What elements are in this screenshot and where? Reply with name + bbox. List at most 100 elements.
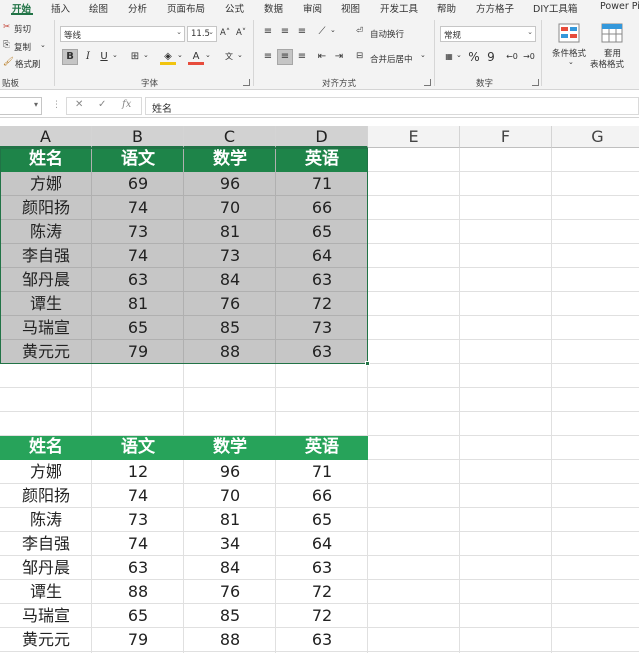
score-cell[interactable]: 63	[276, 340, 368, 364]
fill-color-icon[interactable]: ◈	[160, 49, 176, 65]
fill-handle[interactable]	[365, 361, 370, 366]
score-cell[interactable]: 12	[92, 460, 184, 484]
tab-developer[interactable]: 开发工具	[380, 1, 418, 15]
score-cell[interactable]: 65	[92, 316, 184, 340]
score-cell[interactable]: 74	[92, 484, 184, 508]
score-cell[interactable]: 66	[276, 196, 368, 220]
tab-page-layout[interactable]: 页面布局	[167, 1, 205, 15]
name-cell[interactable]: 马瑞宣	[0, 604, 92, 628]
header-cell[interactable]: 语文	[92, 148, 184, 171]
name-cell[interactable]: 李自强	[0, 532, 92, 556]
score-cell[interactable]: 71	[276, 460, 368, 484]
score-cell[interactable]: 79	[92, 628, 184, 652]
score-cell[interactable]: 88	[92, 580, 184, 604]
score-cell[interactable]: 72	[276, 604, 368, 628]
name-cell[interactable]: 颜阳扬	[0, 484, 92, 508]
header-cell[interactable]: 语文	[92, 436, 184, 459]
tab-review[interactable]: 审阅	[303, 1, 322, 15]
column-header-g[interactable]: G	[552, 126, 639, 148]
name-cell[interactable]: 谭生	[0, 292, 92, 316]
score-cell[interactable]: 73	[276, 316, 368, 340]
increase-decimal-icon[interactable]: ←0	[504, 49, 520, 65]
font-size-combo[interactable]: 11.5 ⌄	[187, 26, 217, 42]
borders-icon[interactable]: ⊞	[127, 49, 143, 65]
name-cell[interactable]: 颜阳扬	[0, 196, 92, 220]
score-cell[interactable]: 88	[184, 340, 276, 364]
conditional-format-icon[interactable]	[558, 23, 580, 43]
name-cell[interactable]: 方娜	[0, 460, 92, 484]
align-middle-icon[interactable]: ≡	[277, 24, 293, 40]
align-right-icon[interactable]: ≡	[294, 49, 310, 65]
score-cell[interactable]: 88	[184, 628, 276, 652]
score-cell[interactable]: 64	[276, 532, 368, 556]
chevron-down-icon[interactable]: ⌄	[568, 58, 574, 66]
header-cell[interactable]: 姓名	[0, 148, 92, 171]
score-cell[interactable]: 73	[92, 220, 184, 244]
score-cell[interactable]: 65	[92, 604, 184, 628]
score-cell[interactable]: 74	[92, 532, 184, 556]
name-box[interactable]: ▾	[0, 97, 42, 115]
score-cell[interactable]: 34	[184, 532, 276, 556]
score-cell[interactable]: 73	[92, 508, 184, 532]
percent-style-button[interactable]: %	[466, 49, 482, 65]
score-cell[interactable]: 76	[184, 580, 276, 604]
tab-analyze[interactable]: 分析	[128, 1, 147, 15]
name-cell[interactable]: 方娜	[0, 172, 92, 196]
format-painter-button[interactable]: 格式刷	[15, 58, 41, 70]
number-format-combo[interactable]: 常规 ⌄	[440, 26, 536, 42]
score-cell[interactable]: 72	[276, 580, 368, 604]
score-cell[interactable]: 63	[276, 628, 368, 652]
name-cell[interactable]: 马瑞宣	[0, 316, 92, 340]
drag-handle-icon[interactable]: ⋮	[52, 100, 61, 110]
align-top-icon[interactable]: ≡	[260, 24, 276, 40]
worksheet-grid[interactable]: ABCDEFG 姓名 语文 数学 英语 方娜 69 96 71 颜阳扬 74 70 66 陈涛 73 81 6…	[0, 126, 639, 653]
confirm-icon[interactable]: ✓	[98, 99, 106, 110]
tab-fangfang[interactable]: 方方格子	[476, 1, 514, 15]
score-cell[interactable]: 69	[92, 172, 184, 196]
copy-button[interactable]: 复制	[14, 41, 31, 53]
score-cell[interactable]: 63	[276, 556, 368, 580]
score-cell[interactable]: 76	[184, 292, 276, 316]
cut-button[interactable]: 剪切	[14, 23, 31, 35]
column-header-f[interactable]: F	[460, 126, 552, 148]
name-cell[interactable]: 谭生	[0, 580, 92, 604]
score-cell[interactable]: 81	[184, 508, 276, 532]
tab-insert[interactable]: 插入	[51, 1, 70, 15]
score-cell[interactable]: 81	[92, 292, 184, 316]
name-cell[interactable]: 黄元元	[0, 340, 92, 364]
align-bottom-icon[interactable]: ≡	[294, 24, 310, 40]
score-cell[interactable]: 84	[184, 556, 276, 580]
increase-indent-icon[interactable]: ⇥	[331, 49, 347, 65]
score-cell[interactable]: 96	[184, 460, 276, 484]
name-cell[interactable]: 黄元元	[0, 628, 92, 652]
name-cell[interactable]: 李自强	[0, 244, 92, 268]
tab-diy-toolbox[interactable]: DIY工具箱	[533, 1, 577, 15]
column-header-e[interactable]: E	[368, 126, 460, 148]
score-cell[interactable]: 71	[276, 172, 368, 196]
table-format-icon[interactable]	[601, 23, 623, 43]
tab-draw[interactable]: 绘图	[89, 1, 108, 15]
chevron-down-icon[interactable]: ⌄	[330, 26, 336, 34]
accounting-format-icon[interactable]: ▦	[441, 49, 457, 65]
text-orientation-icon[interactable]: ⟋	[314, 24, 330, 40]
score-cell[interactable]: 72	[276, 292, 368, 316]
chevron-down-icon[interactable]: ⌄	[112, 51, 118, 59]
comma-style-button[interactable]: 9	[483, 49, 499, 65]
tab-power-pivot[interactable]: Power Pi	[600, 1, 639, 12]
chevron-down-icon[interactable]: ⌄	[40, 41, 46, 49]
column-header-d[interactable]: D	[276, 126, 368, 148]
wrap-text-button[interactable]: 自动换行	[370, 28, 404, 40]
merge-center-button[interactable]: 合并后居中	[370, 53, 413, 65]
tab-help[interactable]: 帮助	[437, 1, 456, 15]
score-cell[interactable]: 79	[92, 340, 184, 364]
header-cell[interactable]: 英语	[276, 148, 368, 171]
number-dialog-launcher-icon[interactable]	[532, 79, 539, 86]
tab-data[interactable]: 数据	[264, 1, 283, 15]
score-cell[interactable]: 84	[184, 268, 276, 292]
decrease-indent-icon[interactable]: ⇤	[314, 49, 330, 65]
name-cell[interactable]: 陈涛	[0, 220, 92, 244]
italic-button[interactable]: I	[80, 49, 96, 65]
name-cell[interactable]: 邹丹晨	[0, 268, 92, 292]
score-cell[interactable]: 65	[276, 220, 368, 244]
formula-input[interactable]: 姓名	[145, 97, 639, 115]
